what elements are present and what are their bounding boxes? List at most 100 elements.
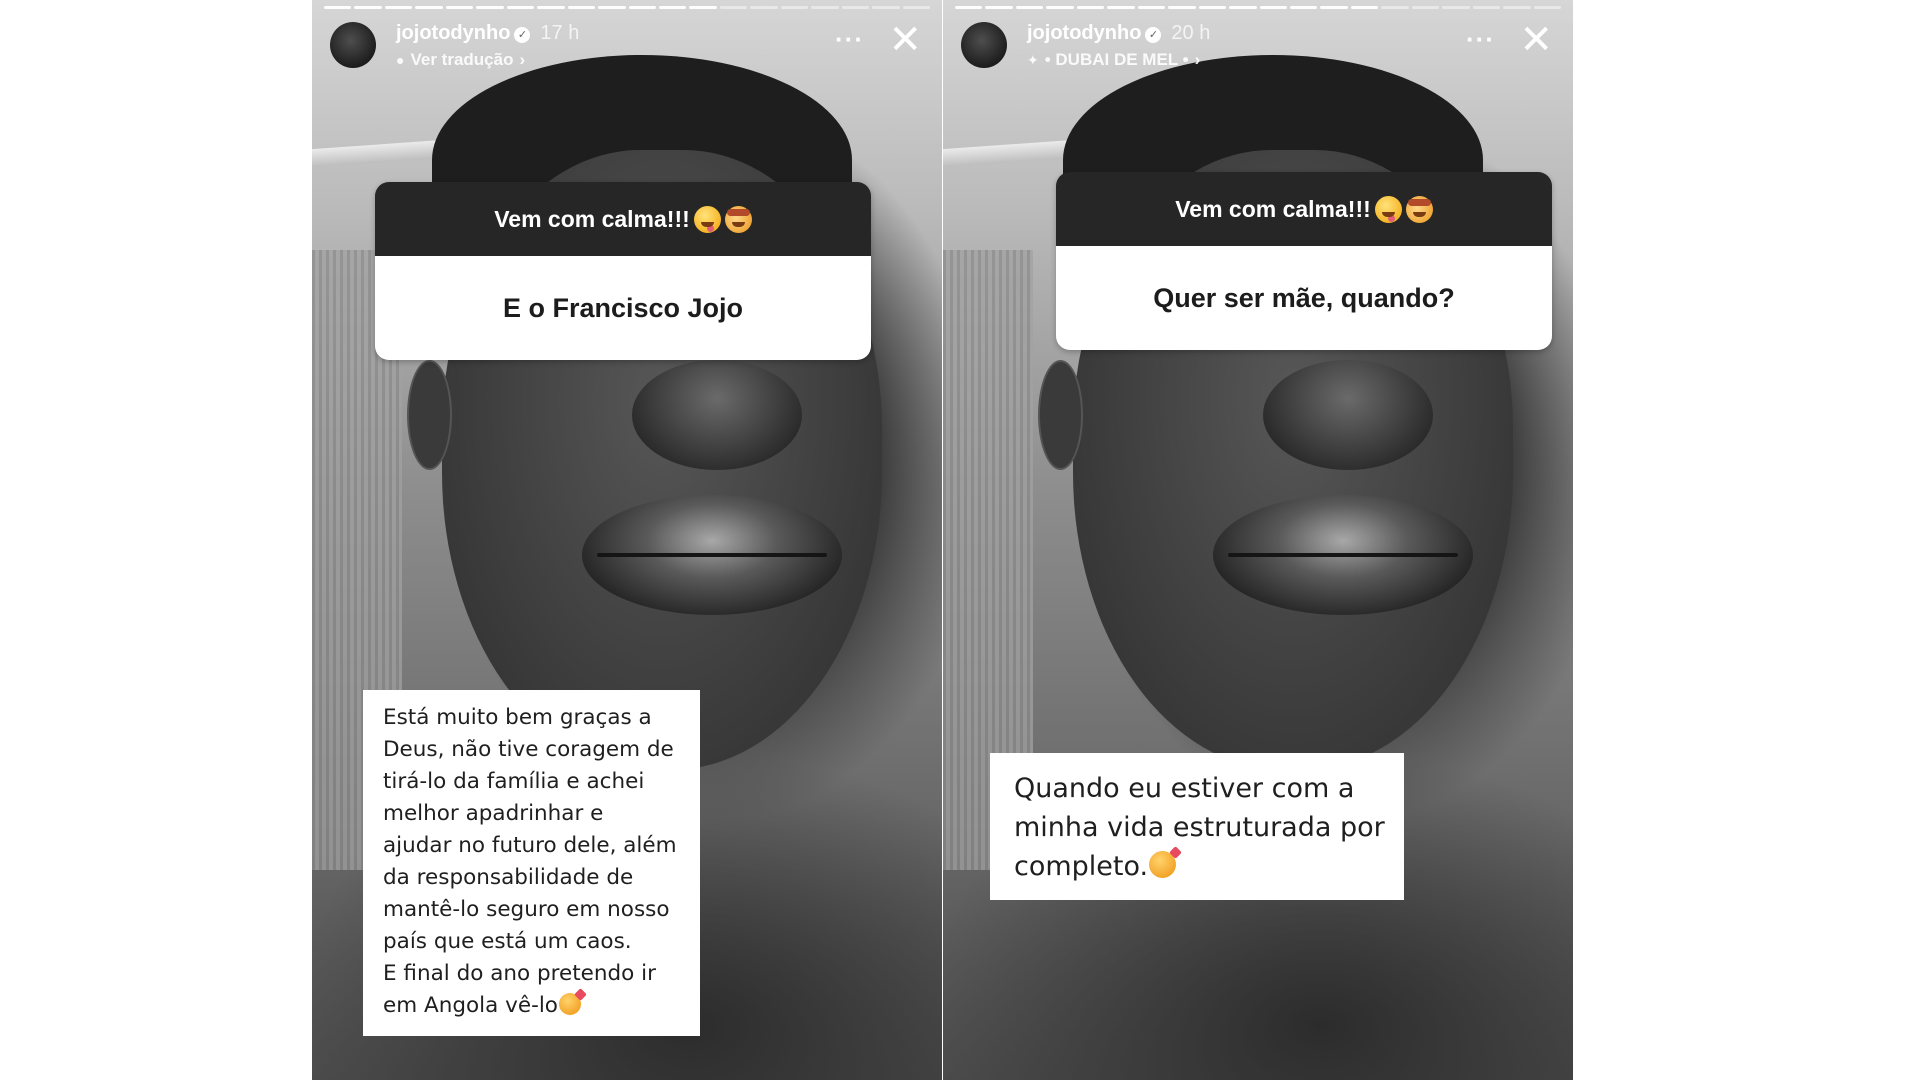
progress-segment [719,6,748,9]
answer-text-box: Quando eu estiver com a minha vida estru… [990,753,1404,900]
progress-segment [811,6,839,9]
question-header-text: Vem com calma!!! [1175,195,1371,222]
close-button[interactable]: ✕ [888,20,922,60]
verified-badge-icon: ✓ [1145,27,1162,43]
close-button[interactable]: ✕ [1519,20,1553,60]
progress-segment [1046,6,1074,9]
question-header-text: Vem com calma!!! [494,205,690,232]
progress-segment [1411,6,1440,9]
progress-segment [445,6,474,9]
username-row[interactable]: jojotodynho ✓ 20 h [1027,22,1210,45]
chevron-right-icon: › [519,50,526,69]
progress-segment [415,6,443,9]
zany-face-emoji [1374,195,1402,223]
photo-nose [1263,360,1433,470]
location-label: • DUBAI DE MEL • [1044,50,1189,69]
answer-line: mantê-lo seguro em nosso [383,897,670,922]
answer-line-last: em Angola vê-lo [383,990,680,1022]
sparkles-icon: ✦ [1027,52,1039,68]
progress-segment [1229,6,1257,9]
answer-line: ajudar no futuro dele, além [383,833,677,858]
story-header: jojotodynho ✓ 17 h ● Ver tradução › ··· ✕ [312,18,942,78]
progress-segment [1015,6,1044,9]
avatar[interactable] [330,22,376,68]
photo-lip-line [597,553,827,557]
username[interactable]: jojotodynho [1027,22,1141,44]
progress-segment [841,6,870,9]
more-options-button[interactable]: ··· [1466,24,1495,55]
progress-segment [1472,6,1501,9]
time-ago: 20 h [1171,22,1211,44]
answer-line: Está muito bem graças a [383,705,652,730]
progress-segment [537,6,565,9]
progress-segment [354,6,382,9]
exploding-head-emoji [724,205,752,233]
exploding-head-emoji [1405,195,1433,223]
question-sticker-header: Vem com calma!!! [1056,172,1552,246]
username[interactable]: jojotodynho [396,22,510,44]
chevron-right-icon: › [1194,50,1201,69]
progress-segment [1442,6,1470,9]
progress-segment [567,6,596,9]
translation-link[interactable]: ● Ver tradução › [396,50,525,70]
progress-segment [750,6,778,9]
progress-segment [955,6,983,9]
smiling-face-with-hearts-emoji [1149,851,1177,878]
answer-line: da responsabilidade de [383,865,634,890]
progress-segment [506,6,535,9]
question-text: E o Francisco Jojo [375,256,871,360]
progress-segment [628,6,656,9]
answer-line-text: completo. [1014,851,1149,882]
username-row[interactable]: jojotodynho ✓ 17 h [396,22,579,45]
verified-badge-icon: ✓ [514,27,531,43]
time-ago: 17 h [540,22,580,44]
progress-segment [1259,6,1287,9]
answer-line-last: completo. [1014,847,1380,886]
question-sticker: Vem com calma!!! E o Francisco Jojo [375,182,871,360]
answer-line: Quando eu estiver com a [1014,773,1355,804]
question-text: Quer ser mãe, quando? [1056,246,1552,350]
progress-segment [598,6,626,9]
story-progress-bar [324,6,931,9]
chat-bubble-icon: ● [396,52,405,68]
progress-segment [1350,6,1379,9]
answer-line: país que está um caos. [383,929,632,954]
answer-line: minha vida estruturada por [1014,812,1385,843]
question-sticker: Vem com calma!!! Quer ser mãe, quando? [1056,172,1552,350]
answer-line: tirá-lo da família e achei [383,769,645,794]
avatar[interactable] [961,22,1007,68]
progress-segment [1107,6,1135,9]
progress-segment [780,6,809,9]
progress-segment [902,6,931,9]
progress-segment [384,6,413,9]
question-sticker-header: Vem com calma!!! [375,182,871,256]
answer-text-box: Está muito bem graças a Deus, não tive c… [363,690,700,1036]
story-panel-left[interactable]: jojotodynho ✓ 17 h ● Ver tradução › ··· ✕ Ve… [312,0,942,1080]
location-link[interactable]: ✦ • DUBAI DE MEL • › [1027,50,1200,70]
more-options-button[interactable]: ··· [835,24,864,55]
progress-segment [1168,6,1196,9]
photo-ear [407,360,452,470]
progress-segment [1503,6,1531,9]
photo-ear [1038,360,1083,470]
photo-nose [632,360,802,470]
progress-segment [1289,6,1318,9]
answer-line: melhor apadrinhar e [383,801,604,826]
answer-line-text: em Angola vê-lo [383,993,558,1018]
progress-segment [985,6,1013,9]
story-progress-bar [955,6,1562,9]
smiling-face-with-hearts-emoji [558,993,581,1015]
zany-face-emoji [693,205,721,233]
answer-line: E final do ano pretendo ir [383,961,656,986]
progress-segment [324,6,352,9]
story-panel-right[interactable]: jojotodynho ✓ 20 h ✦ • DUBAI DE MEL • › ··· … [943,0,1573,1080]
progress-segment [476,6,504,9]
photo-lip-line [1228,553,1458,557]
progress-segment [1137,6,1166,9]
answer-line: Deus, não tive coragem de [383,737,674,762]
progress-segment [1381,6,1409,9]
progress-segment [689,6,717,9]
story-header: jojotodynho ✓ 20 h ✦ • DUBAI DE MEL • › ··· … [943,18,1573,78]
progress-segment [658,6,687,9]
translation-link-label: Ver tradução [410,50,514,69]
